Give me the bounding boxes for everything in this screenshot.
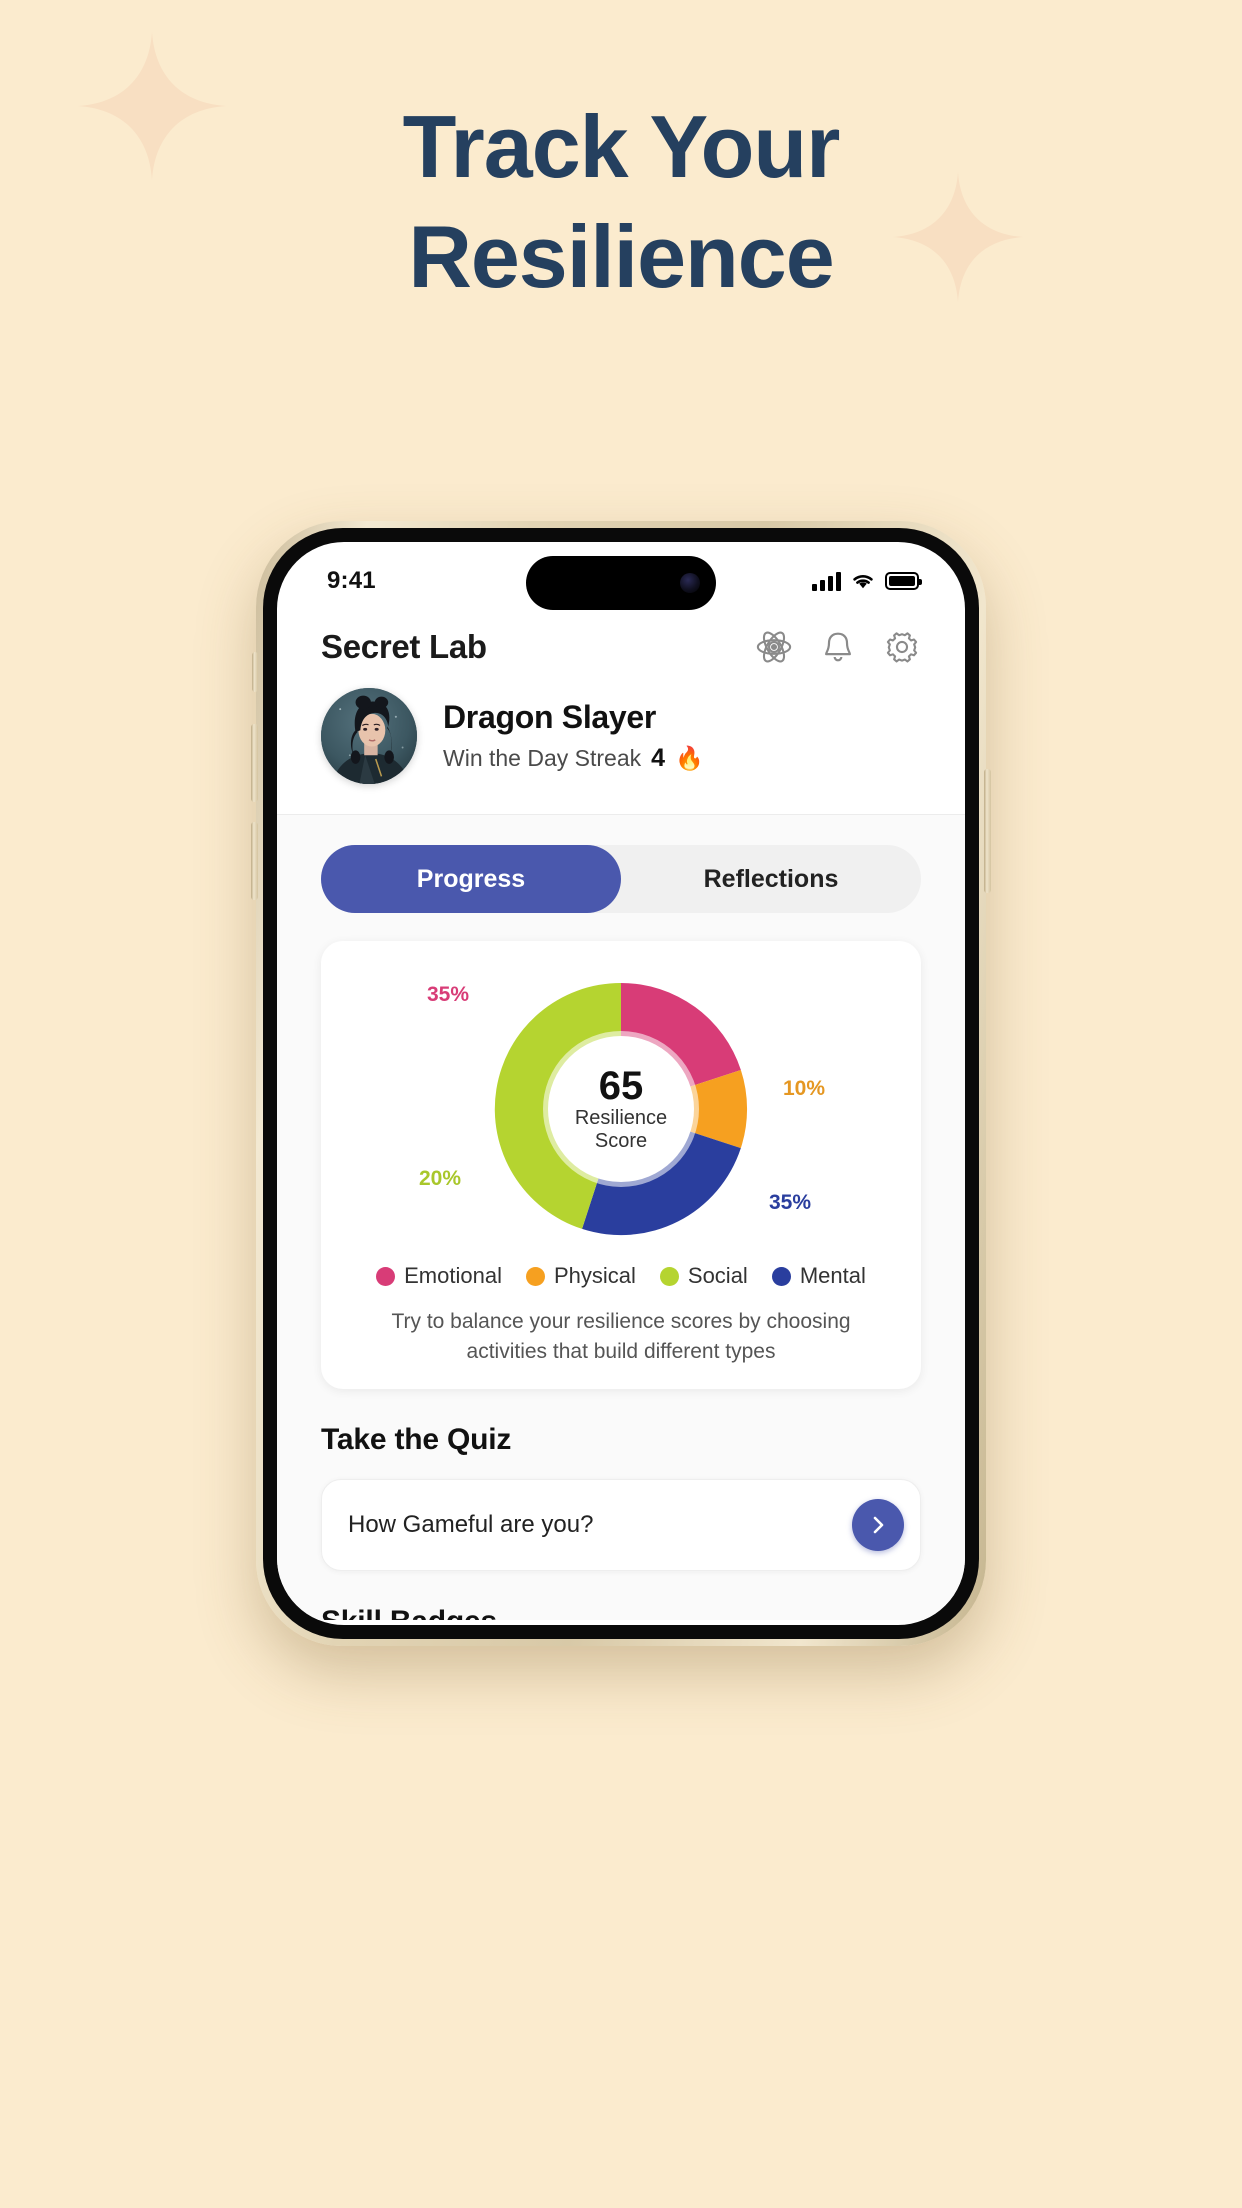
segmented-control: Progress Reflections <box>321 845 921 913</box>
donut-chart[interactable]: 65 Resilience Score <box>485 973 757 1245</box>
bell-icon[interactable] <box>819 628 857 666</box>
chart-hint-line-1: Try to balance your resilience scores by… <box>391 1310 851 1333</box>
donut-label-mental: 35% <box>768 1191 811 1214</box>
tab-progress[interactable]: Progress <box>321 845 621 913</box>
chart-hint-line-2: activities that build different types <box>466 1340 776 1363</box>
avatar[interactable] <box>321 688 417 784</box>
legend-item-mental: Mental <box>771 1263 866 1289</box>
phone-bezel: 9:41 Secret Lab Dragon Slayer Win the Da… <box>263 528 979 1639</box>
resilience-score-value: 65 <box>598 1063 644 1108</box>
chart-hint-text: Try to balance your resilience scores by… <box>339 1307 903 1367</box>
legend-dot-emotional <box>376 1266 396 1286</box>
app-title: Secret Lab <box>321 628 487 665</box>
volume-up-button[interactable] <box>251 724 258 802</box>
legend-label-social: Social <box>687 1263 748 1288</box>
donut-label-social: 20% <box>419 1167 462 1190</box>
power-button[interactable] <box>984 769 991 893</box>
dynamic-island <box>526 556 716 610</box>
tab-reflections[interactable]: Reflections <box>621 845 921 913</box>
legend-label-emotional: Emotional <box>404 1263 502 1288</box>
legend-label-physical: Physical <box>553 1263 636 1288</box>
score-label-line-1: Resilience <box>574 1106 668 1129</box>
gear-icon[interactable] <box>883 628 921 666</box>
chart-legend: Emotional Physical Social Mental <box>339 1263 903 1289</box>
battery-full-icon <box>885 572 922 590</box>
app-header: Secret Lab <box>277 606 965 682</box>
legend-item-physical: Physical <box>525 1263 636 1289</box>
silent-switch-button[interactable] <box>252 652 258 692</box>
quiz-start-button[interactable] <box>852 1499 904 1551</box>
fire-icon: 🔥 <box>675 745 704 771</box>
quiz-question-label: How Gameful are you? <box>348 1511 594 1538</box>
resilience-chart-card: 35% 10% 35% 20% 65 Resilience Score Emot… <box>321 941 921 1389</box>
donut-chart-area: 35% 10% 35% 20% 65 Resilience Score <box>339 959 903 1259</box>
page-title-line-2: Resilience <box>408 207 834 306</box>
legend-item-emotional: Emotional <box>376 1263 502 1289</box>
tabs-container: Progress Reflections <box>277 815 965 913</box>
donut-center-value: 65 Resilience Score <box>548 1036 694 1182</box>
profile-row[interactable]: Dragon Slayer Win the Day Streak 4 🔥 <box>277 682 965 815</box>
phone-screen: 9:41 Secret Lab Dragon Slayer Win the Da… <box>277 542 965 1625</box>
score-label-line-2: Score <box>594 1129 648 1152</box>
header-icon-group <box>755 628 921 666</box>
app-content: Progress Reflections 35% 10% 35% 20% 65 … <box>277 815 965 1620</box>
donut-label-emotional: 35% <box>427 983 470 1006</box>
resilience-score-label: Resilience Score <box>575 1107 667 1153</box>
status-time: 9:41 <box>327 567 376 594</box>
status-indicators <box>812 571 922 591</box>
avatar-image <box>321 688 417 784</box>
profile-name: Dragon Slayer <box>443 699 657 735</box>
legend-dot-mental <box>771 1266 791 1286</box>
legend-item-social: Social <box>659 1263 748 1289</box>
phone-mockup: 9:41 Secret Lab Dragon Slayer Win the Da… <box>251 521 991 1646</box>
status-bar: 9:41 <box>277 542 965 610</box>
page-title-line-1: Track Your <box>402 97 841 196</box>
cellular-bars-icon <box>812 571 841 591</box>
chevron-right-icon <box>873 1516 884 1534</box>
page-title: Track Your Resilience <box>0 92 1242 312</box>
profile-streak: Win the Day Streak 4 🔥 <box>443 744 704 773</box>
streak-label: Win the Day Streak <box>443 745 642 771</box>
profile-info: Dragon Slayer Win the Day Streak 4 🔥 <box>443 699 704 773</box>
volume-down-button[interactable] <box>251 822 258 900</box>
donut-label-physical: 10% <box>782 1077 825 1100</box>
atom-icon[interactable] <box>755 628 793 666</box>
legend-dot-social <box>659 1266 679 1286</box>
streak-count: 4 <box>651 744 666 772</box>
front-camera-icon <box>680 573 700 593</box>
legend-label-mental: Mental <box>799 1263 866 1288</box>
quiz-card[interactable]: How Gameful are you? <box>321 1479 921 1571</box>
quiz-section-title: Take the Quiz <box>321 1423 512 1456</box>
wifi-icon <box>853 575 873 589</box>
badges-section-title: Skill Badges <box>321 1605 921 1620</box>
legend-dot-physical <box>525 1266 545 1286</box>
